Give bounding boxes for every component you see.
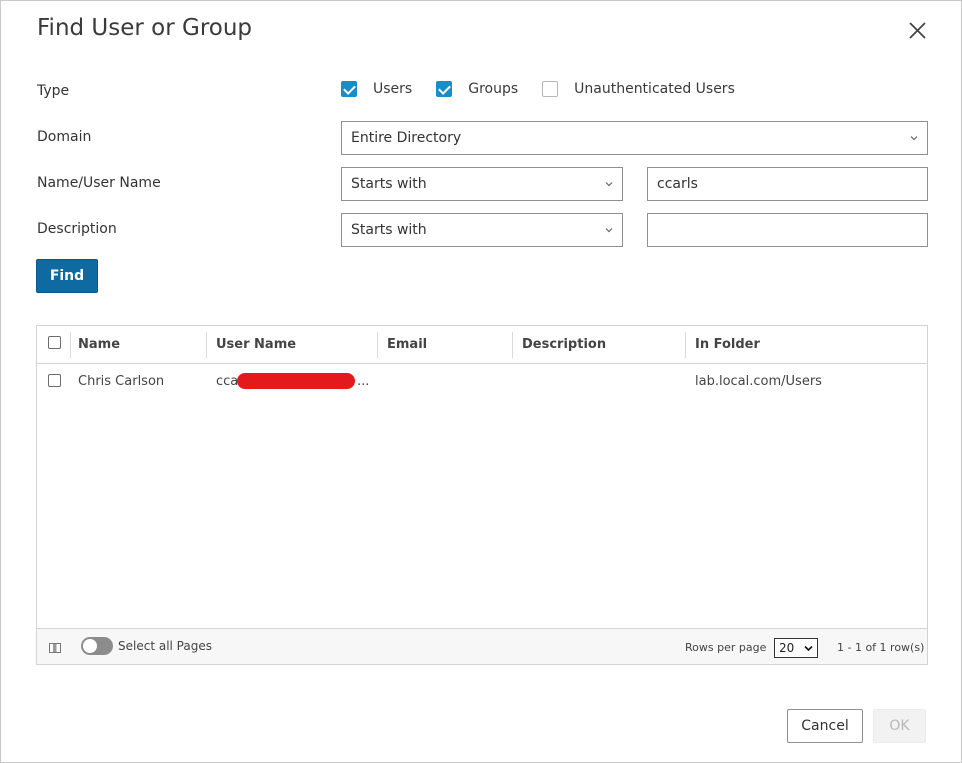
column-separator (685, 332, 686, 358)
column-separator (512, 332, 513, 358)
column-separator (377, 332, 378, 358)
users-checkbox[interactable] (341, 81, 357, 97)
find-button[interactable]: Find (36, 259, 98, 293)
row-in-folder: lab.local.com/Users (695, 374, 822, 389)
select-all-pages-label: Select all Pages (118, 639, 212, 653)
type-options: Users Groups Unauthenticated Users (341, 79, 759, 99)
rows-per-page-value: 20 (779, 641, 795, 655)
chevron-down-icon (804, 645, 813, 652)
domain-select[interactable]: Entire Directory (341, 121, 928, 155)
dialog-title: Find User or Group (37, 15, 253, 41)
select-all-pages-toggle[interactable] (81, 637, 113, 655)
find-user-or-group-dialog: Find User or Group Type Users Groups Una… (0, 0, 962, 763)
description-input[interactable] (647, 213, 928, 247)
description-label: Description (37, 221, 117, 237)
results-grid: Name User Name Email Description In Fold… (36, 325, 928, 665)
column-header-in-folder[interactable]: In Folder (695, 326, 760, 364)
redaction-mark (237, 373, 355, 389)
column-header-email[interactable]: Email (387, 326, 427, 364)
row-name: Chris Carlson (78, 374, 165, 389)
name-label: Name/User Name (37, 175, 161, 191)
domain-label: Domain (37, 129, 92, 145)
column-separator (206, 332, 207, 358)
chevron-down-icon (605, 182, 613, 187)
select-all-rows-checkbox[interactable] (48, 336, 61, 349)
groups-checkbox[interactable] (436, 81, 453, 97)
paging-summary: 1 - 1 of 1 row(s) (837, 641, 925, 654)
name-input[interactable] (647, 167, 928, 201)
chevron-down-icon (605, 228, 613, 233)
column-header-name[interactable]: Name (78, 326, 120, 364)
rows-per-page-select[interactable]: 20 (774, 638, 818, 658)
type-option-unauthenticated-users[interactable]: Unauthenticated Users (542, 81, 735, 97)
users-label: Users (373, 81, 413, 97)
row-user-name-suffix: ... (357, 374, 370, 389)
description-operator-select[interactable]: Starts with (341, 213, 623, 247)
column-header-user-name[interactable]: User Name (216, 326, 296, 364)
chevron-down-icon (910, 136, 918, 141)
column-chooser-icon[interactable] (49, 643, 61, 653)
cancel-button[interactable]: Cancel (787, 709, 863, 743)
column-header-description[interactable]: Description (522, 326, 606, 364)
unauthenticated-users-label: Unauthenticated Users (574, 81, 735, 97)
groups-label: Groups (468, 81, 519, 97)
ok-button[interactable]: OK (873, 709, 926, 743)
column-separator (70, 332, 71, 358)
domain-select-value: Entire Directory (351, 130, 462, 146)
type-option-groups[interactable]: Groups (436, 81, 518, 97)
row-checkbox[interactable] (48, 374, 61, 387)
type-label: Type (37, 83, 70, 99)
rows-per-page-label: Rows per page (685, 641, 767, 654)
unauthenticated-users-checkbox[interactable] (542, 81, 559, 97)
name-operator-select[interactable]: Starts with (341, 167, 623, 201)
close-icon[interactable] (905, 18, 931, 44)
grid-header: Name User Name Email Description In Fold… (37, 326, 927, 364)
description-operator-value: Starts with (351, 222, 427, 238)
type-option-users[interactable]: Users (341, 81, 412, 97)
name-operator-value: Starts with (351, 176, 427, 192)
grid-footer: Select all Pages Rows per page 20 1 - 1 … (37, 628, 927, 664)
